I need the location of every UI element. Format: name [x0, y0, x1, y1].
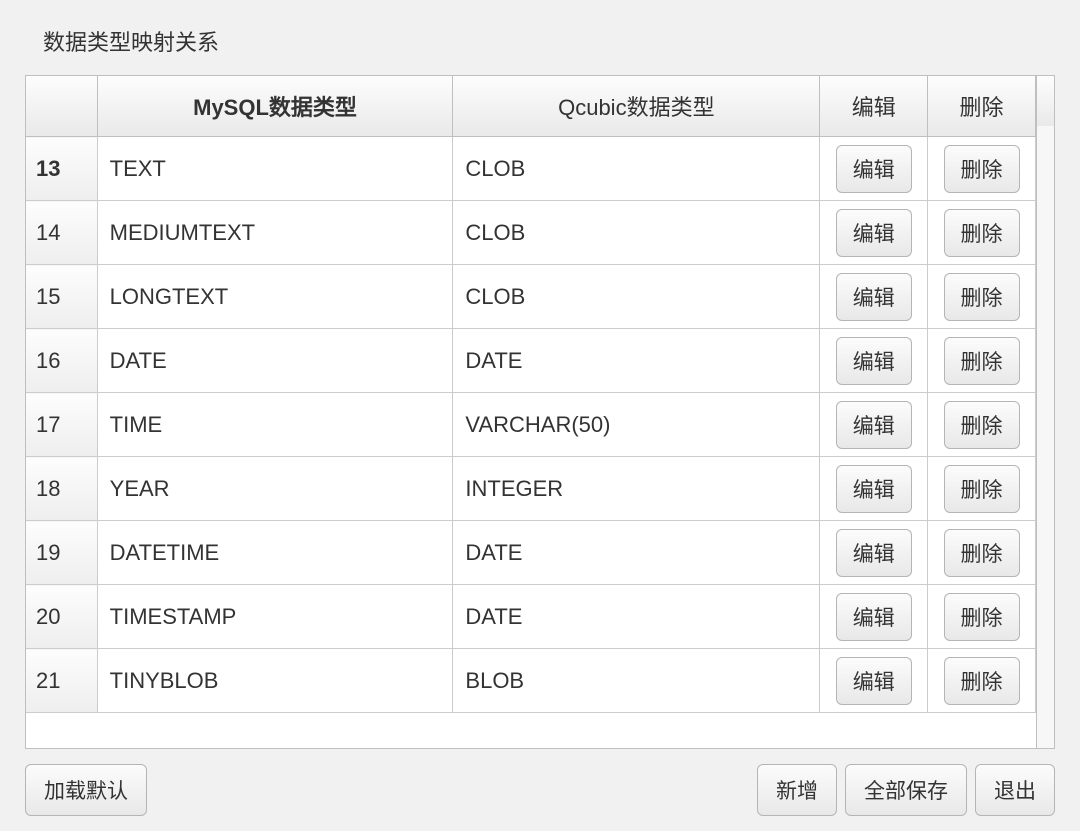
table-row[interactable]: 19DATETIMEDATE 编辑删除 [26, 521, 1036, 585]
col-mysql: MySQL数据类型 [97, 76, 453, 137]
row-index: 14 [26, 201, 97, 265]
edit-button[interactable]: 编辑 [836, 401, 912, 449]
row-index: 20 [26, 585, 97, 649]
qcubic-type-cell: DATE [453, 604, 819, 630]
edit-button[interactable]: 编辑 [836, 273, 912, 321]
mysql-type-cell: DATE [98, 348, 453, 374]
qcubic-type-cell: CLOB [453, 284, 819, 310]
delete-button[interactable]: 删除 [944, 593, 1020, 641]
row-index: 18 [26, 457, 97, 521]
load-default-button[interactable]: 加载默认 [25, 764, 147, 816]
delete-button[interactable]: 删除 [944, 465, 1020, 513]
col-delete: 删除 [928, 76, 1036, 137]
edit-button[interactable]: 编辑 [836, 209, 912, 257]
table-row[interactable]: 16DATEDATE编辑删除 [26, 329, 1036, 393]
mysql-type-cell: MEDIUMTEXT [98, 220, 453, 246]
page-title: 数据类型映射关系 [43, 25, 1055, 57]
table-row[interactable]: 13TEXTCLOB 编辑删除 [26, 137, 1036, 201]
table-row[interactable]: 20TIMESTAMPDATE 编辑删除 [26, 585, 1036, 649]
row-index: 15 [26, 265, 97, 329]
qcubic-type-cell: DATE [453, 540, 819, 566]
row-index: 16 [26, 329, 97, 393]
delete-button[interactable]: 删除 [944, 145, 1020, 193]
edit-button[interactable]: 编辑 [836, 529, 912, 577]
edit-button[interactable]: 编辑 [836, 337, 912, 385]
col-qcubic: Qcubic数据类型 [453, 76, 820, 137]
row-index: 17 [26, 393, 97, 457]
mysql-type-cell: TIMESTAMP [98, 604, 453, 630]
delete-button[interactable]: 删除 [944, 529, 1020, 577]
delete-button[interactable]: 删除 [944, 657, 1020, 705]
qcubic-type-cell: BLOB [453, 668, 819, 694]
qcubic-type-cell: VARCHAR(50) [453, 412, 819, 438]
save-all-button[interactable]: 全部保存 [845, 764, 967, 816]
table-row[interactable]: 21TINYBLOBBLOB 编辑删除 [26, 649, 1036, 713]
qcubic-type-cell: CLOB [453, 220, 819, 246]
edit-button[interactable]: 编辑 [836, 657, 912, 705]
edit-button[interactable]: 编辑 [836, 593, 912, 641]
row-index: 21 [26, 649, 97, 713]
mysql-type-cell: LONGTEXT [98, 284, 453, 310]
exit-button[interactable]: 退出 [975, 764, 1055, 816]
mysql-type-cell: TEXT [98, 156, 453, 182]
delete-button[interactable]: 删除 [944, 337, 1020, 385]
table-row[interactable]: 18YEARINTEGER 编辑删除 [26, 457, 1036, 521]
qcubic-type-cell: DATE [453, 348, 819, 374]
delete-button[interactable]: 删除 [944, 273, 1020, 321]
delete-button[interactable]: 删除 [944, 209, 1020, 257]
mapping-table: MySQL数据类型 Qcubic数据类型 编辑 删除 13TEXTCLOB编辑删… [25, 75, 1055, 749]
table-row[interactable]: 15LONGTEXTCLOB 编辑删除 [26, 265, 1036, 329]
qcubic-type-cell: CLOB [453, 156, 819, 182]
row-index: 13 [26, 137, 97, 201]
col-edit: 编辑 [820, 76, 928, 137]
scrollbar[interactable] [1036, 76, 1054, 748]
row-index: 19 [26, 521, 97, 585]
mysql-type-cell: YEAR [98, 476, 453, 502]
add-button[interactable]: 新增 [757, 764, 837, 816]
mysql-type-cell: DATETIME [98, 540, 453, 566]
table-row[interactable]: 17TIMEVARCHAR(50) 编辑删除 [26, 393, 1036, 457]
col-index [26, 76, 97, 137]
table-row[interactable]: 14MEDIUMTEXTCLOB 编辑删除 [26, 201, 1036, 265]
edit-button[interactable]: 编辑 [836, 145, 912, 193]
edit-button[interactable]: 编辑 [836, 465, 912, 513]
mysql-type-cell: TINYBLOB [98, 668, 453, 694]
qcubic-type-cell: INTEGER [453, 476, 819, 502]
mysql-type-cell: TIME [98, 412, 453, 438]
delete-button[interactable]: 删除 [944, 401, 1020, 449]
